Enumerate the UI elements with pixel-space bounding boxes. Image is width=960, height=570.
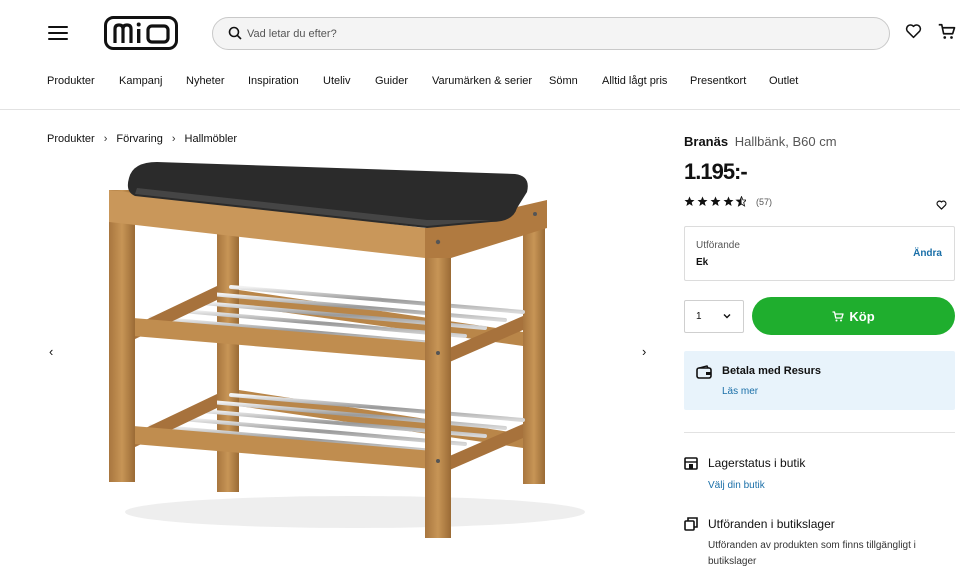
search-input[interactable] [247, 18, 867, 49]
divider [684, 432, 955, 433]
product-title: Branäs Hallbänk, B60 cm [684, 134, 837, 149]
chevron-down-icon [723, 311, 731, 322]
heart-icon[interactable] [905, 23, 922, 44]
star-rating [684, 196, 746, 207]
variants-in-store-title: Utföranden i butikslager [708, 517, 835, 531]
nav-item-nyheter[interactable]: Nyheter [186, 75, 225, 87]
variants-in-store-description: Utföranden av produkten som finns tillgä… [708, 540, 916, 567]
search-icon [228, 26, 242, 45]
chevron-right-icon: › [171, 133, 176, 145]
nav-item-uteliv[interactable]: Uteliv [323, 75, 351, 87]
resurs-read-more-link[interactable]: Läs mer [722, 386, 758, 397]
resurs-payment-box: Betala med Resurs Läs mer [684, 351, 955, 410]
review-count[interactable]: (57) [756, 197, 772, 207]
main-nav: Produkter Kampanj Nyheter Inspiration Ut… [0, 66, 960, 110]
product-price: 1.195:- [684, 159, 748, 184]
breadcrumb-forvaring[interactable]: Förvaring [116, 133, 162, 145]
chevron-right-icon: › [103, 133, 108, 145]
next-image-arrow-icon[interactable]: › [642, 344, 646, 359]
favorite-heart-icon[interactable] [936, 197, 947, 215]
nav-item-varumarken[interactable]: Varumärken & serier [432, 75, 532, 87]
product-image[interactable] [95, 150, 615, 550]
nav-item-somn[interactable]: Sömn [549, 75, 578, 87]
nav-item-inspiration[interactable]: Inspiration [248, 75, 299, 87]
nav-item-presentkort[interactable]: Presentkort [690, 75, 746, 87]
header [0, 0, 960, 66]
breadcrumb: Produkter › Förvaring › Hallmöbler [47, 133, 237, 145]
store-stock-title: Lagerstatus i butik [708, 456, 806, 470]
nav-item-alltid-lagt-pris[interactable]: Alltid lågt pris [602, 75, 667, 87]
product-rating[interactable]: (57) [684, 196, 772, 207]
variant-label: Utförande [696, 240, 740, 251]
variant-value: Ek [696, 257, 709, 268]
store-icon [684, 456, 698, 475]
previous-image-arrow-icon[interactable]: ‹ [49, 344, 53, 359]
quantity-value: 1 [696, 311, 702, 322]
wallet-icon [696, 365, 712, 384]
resurs-title: Betala med Resurs [722, 365, 822, 377]
choose-store-link[interactable]: Välj din butik [708, 480, 765, 491]
cart-icon [832, 310, 845, 322]
menu-icon[interactable] [48, 26, 68, 40]
cart-icon[interactable] [938, 23, 956, 45]
breadcrumb-hallmobler[interactable]: Hallmöbler [185, 133, 238, 145]
breadcrumb-produkter[interactable]: Produkter [47, 133, 95, 145]
product-description: Hallbänk, B60 cm [734, 134, 837, 149]
buy-button[interactable]: Köp [752, 297, 955, 335]
buy-button-label: Köp [849, 308, 875, 324]
copy-icon [684, 517, 698, 536]
mio-logo[interactable] [104, 16, 178, 50]
product-brand: Branäs [684, 134, 729, 149]
nav-item-outlet[interactable]: Outlet [769, 75, 798, 87]
nav-item-kampanj[interactable]: Kampanj [119, 75, 162, 87]
quantity-select[interactable]: 1 [684, 300, 744, 333]
search-bar[interactable] [212, 17, 890, 50]
variant-selector[interactable]: Utförande Ek Ändra [684, 226, 955, 281]
nav-item-produkter[interactable]: Produkter [47, 75, 95, 87]
nav-item-guider[interactable]: Guider [375, 75, 408, 87]
change-variant-link[interactable]: Ändra [913, 248, 942, 259]
